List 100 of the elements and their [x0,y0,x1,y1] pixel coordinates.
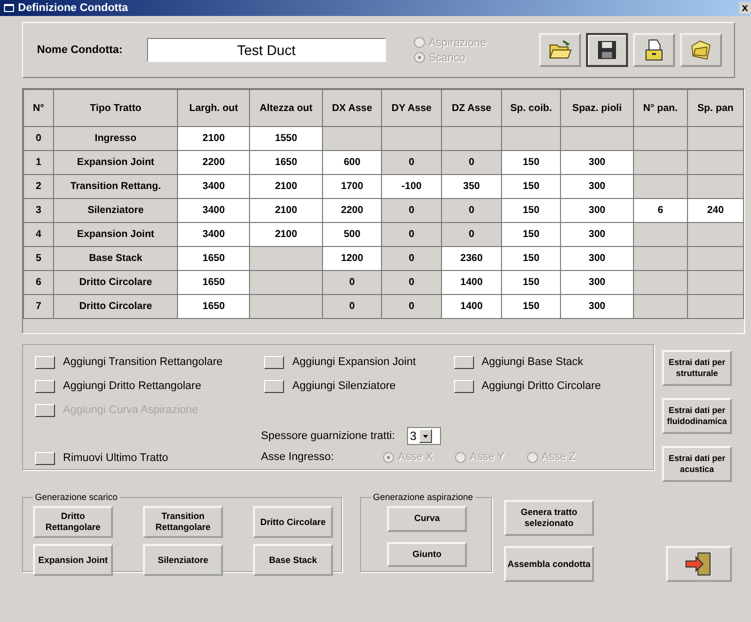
generate-button[interactable]: Transition Rettangolare [143,506,223,538]
square-button[interactable] [35,404,55,416]
action-button[interactable]: Assembla condotta [504,546,594,582]
table-cell: Base Stack [54,246,178,270]
square-button[interactable] [35,452,55,464]
square-button[interactable] [454,356,474,368]
table-cell[interactable]: 150 [502,150,561,174]
square-button[interactable] [35,380,55,392]
table-cell[interactable]: 2100 [250,174,323,198]
name-input-field[interactable]: Test Duct [147,38,386,62]
table-cell[interactable]: 150 [502,270,561,294]
table-cell[interactable]: 1400 [442,270,502,294]
generate-button[interactable]: Dritto Rettangolare [33,506,113,538]
extract-button[interactable]: Estrai dati per acustica [662,446,732,482]
square-button[interactable] [35,356,55,368]
table-cell: Dritto Circolare [54,294,178,318]
dropdown[interactable]: 3 [406,427,441,445]
close-button[interactable]: x [738,2,751,14]
table-cell[interactable]: -100 [382,174,442,198]
table-cell[interactable]: 2200 [178,150,250,174]
table-cell[interactable]: 300 [560,198,634,222]
action-label: Aggiungi Transition Rettangolare [63,356,223,368]
table-cell[interactable]: 3400 [178,198,250,222]
generate-button[interactable]: Silenziatore [143,544,223,576]
table-cell[interactable]: 2200 [322,198,382,222]
table-cell[interactable]: 2100 [250,222,323,246]
field-label: Asse Ingresso: [261,451,335,463]
table-cell[interactable]: 1550 [250,126,323,150]
table-cell[interactable]: 2100 [250,198,323,222]
table-cell[interactable]: 1650 [178,246,250,270]
table-cell[interactable]: 6 [633,198,688,222]
field-label: Spessore guarnizione tratti: [261,430,395,442]
table-cell[interactable]: 150 [502,246,561,270]
action-label: Aggiungi Dritto Circolare [482,380,601,392]
generate-button[interactable]: Expansion Joint [33,544,113,576]
generate-button[interactable]: Giunto [387,542,467,567]
table-cell[interactable]: 300 [560,246,634,270]
table-cell: 0 [382,198,442,222]
table-cell[interactable]: 300 [560,150,634,174]
toolbar-button[interactable] [586,33,628,67]
window-title: Definizione Condotta [18,2,129,14]
column-header: Tipo Tratto [54,90,178,126]
square-button[interactable] [454,380,474,392]
table-cell[interactable]: 1650 [178,294,250,318]
field-label: Nome Condotta: [37,44,124,56]
action-label: Aggiungi Expansion Joint [292,356,416,368]
table-cell[interactable]: 300 [560,294,634,318]
table-cell[interactable]: 1200 [322,246,382,270]
table-cell[interactable]: 1650 [250,150,323,174]
table-cell[interactable]: 300 [560,222,634,246]
table-cell: 0 [322,270,382,294]
table-cell: 0 [382,222,442,246]
table-cell[interactable]: 3400 [178,222,250,246]
square-button[interactable] [264,356,284,368]
row-number: 1 [24,150,54,174]
table-cell: Expansion Joint [54,150,178,174]
row-number: 7 [24,294,54,318]
table-cell[interactable]: 300 [560,270,634,294]
table-cell[interactable]: 600 [322,150,382,174]
table-cell[interactable]: 150 [502,294,561,318]
row-number: 3 [24,198,54,222]
table-cell[interactable]: 1700 [322,174,382,198]
action-button[interactable]: Genera tratto selezionato [504,500,594,536]
table-cell: Expansion Joint [54,222,178,246]
table-cell[interactable]: 3400 [178,174,250,198]
folder-icon [689,38,713,62]
table-cell: Dritto Circolare [54,270,178,294]
table-cell[interactable]: 2360 [442,246,502,270]
table-cell[interactable]: 2100 [178,126,250,150]
generate-button[interactable]: Base Stack [253,544,333,576]
row-number: 0 [24,126,54,150]
table-cell[interactable]: 150 [502,174,561,198]
column-header: Sp. pan [687,90,744,126]
table-cell[interactable]: 1400 [442,294,502,318]
table-cell: Transition Rettang. [54,174,178,198]
table-cell[interactable]: 300 [560,174,634,198]
action-label: Aggiungi Silenziatore [292,380,396,392]
column-header: Spaz. pioli [560,90,634,126]
table-cell[interactable]: 240 [687,198,744,222]
table-cell: Silenziatore [54,198,178,222]
column-header: DZ Asse [442,90,502,126]
column-header: N° [24,90,54,126]
extract-button[interactable]: Estrai dati per strutturale [662,350,732,386]
table-cell[interactable]: 500 [322,222,382,246]
group-title: Generazione aspirazione [372,492,474,502]
action-label: Aggiungi Base Stack [482,356,584,368]
generate-button[interactable]: Dritto Circolare [253,506,333,538]
table-cell[interactable]: 150 [502,198,561,222]
table-cell[interactable]: 150 [502,222,561,246]
column-header: N° pan. [633,90,688,126]
action-label: Rimuovi Ultimo Tratto [63,452,168,464]
row-number: 4 [24,222,54,246]
table-cell[interactable]: 350 [442,174,502,198]
square-button[interactable] [264,380,284,392]
exit-button[interactable] [666,546,732,582]
extract-button[interactable]: Estrai dati per fluidodinamica [662,398,732,434]
generate-button[interactable]: Curva [387,506,467,532]
row-number: 2 [24,174,54,198]
table-cell[interactable]: 1650 [178,270,250,294]
column-header: DX Asse [322,90,382,126]
